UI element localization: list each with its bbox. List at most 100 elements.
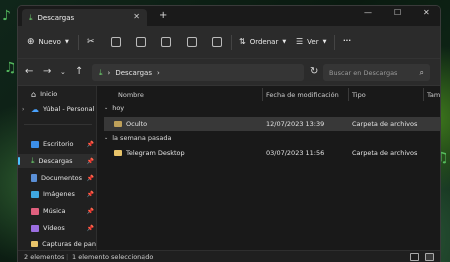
- chevron-down-icon: ▼: [64, 39, 69, 45]
- recent-locations-icon[interactable]: ⌄: [60, 68, 66, 76]
- pin-icon: 📌: [86, 157, 94, 165]
- sidebar-item-imagenes[interactable]: Imágenes 📌: [18, 187, 96, 201]
- close-tab-icon[interactable]: ✕: [133, 12, 140, 21]
- divider: [334, 35, 335, 50]
- group-header-semana-pasada[interactable]: ⌄ la semana pasada: [104, 134, 172, 142]
- details-view-icon[interactable]: [410, 253, 419, 261]
- sidebar-item-videos[interactable]: Vídeos 📌: [18, 221, 96, 235]
- sidebar-item-documentos[interactable]: Documentos 📌: [18, 171, 96, 185]
- file-name: Telegram Desktop: [126, 149, 185, 157]
- music-icon: [31, 207, 39, 215]
- folder-icon: [30, 241, 39, 247]
- view-button-label: Ver: [307, 37, 319, 46]
- table-row[interactable]: Telegram Desktop 03/07/2023 11:56 Carpet…: [104, 146, 440, 160]
- download-icon: ⤓: [29, 12, 33, 22]
- search-input[interactable]: Buscar en Descargas ⌕: [323, 64, 430, 81]
- sidebar-item-onedrive[interactable]: › ☁ Yúbal - Personal: [18, 102, 96, 116]
- tab-title: Descargas: [37, 13, 75, 22]
- share-icon[interactable]: [187, 37, 197, 47]
- more-options-button[interactable]: ···: [343, 37, 351, 45]
- download-icon: ⤓: [31, 156, 35, 165]
- paste-icon[interactable]: [136, 37, 146, 47]
- music-note-icon: ♫: [4, 60, 17, 76]
- sidebar-item-label: Vídeos: [43, 224, 65, 232]
- download-icon: ⤓: [99, 67, 103, 77]
- sidebar-item-label: Capturas de pan: [42, 240, 96, 248]
- pin-icon: 📌: [86, 207, 94, 215]
- minimize-button[interactable]: —: [364, 8, 372, 17]
- column-header-name[interactable]: Nombre: [118, 88, 144, 102]
- main-area: ⌂ Inicio › ☁ Yúbal - Personal Escritorio…: [18, 86, 440, 250]
- chevron-down-icon: ▼: [322, 38, 327, 45]
- divider: [78, 35, 79, 50]
- view-button[interactable]: ☰ Ver ▼: [296, 37, 326, 46]
- chevron-down-icon: ⌄: [104, 105, 109, 111]
- new-button[interactable]: ⊕ Nuevo ▼: [27, 37, 69, 47]
- chevron-right-icon: ›: [156, 68, 160, 77]
- status-bar: 2 elementos | 1 elemento seleccionado |: [18, 250, 440, 262]
- file-modified: 12/07/2023 13:39: [266, 120, 325, 128]
- sidebar-item-capturas[interactable]: Capturas de pan: [18, 237, 96, 251]
- column-header-type[interactable]: Tipo: [352, 88, 366, 102]
- rename-icon[interactable]: [161, 37, 171, 47]
- back-arrow-icon[interactable]: ←: [25, 66, 33, 77]
- forward-arrow-icon[interactable]: →: [43, 66, 51, 77]
- up-arrow-icon[interactable]: ↑: [75, 66, 83, 77]
- desktop-icon: [31, 140, 39, 148]
- delete-icon[interactable]: [212, 37, 222, 47]
- sidebar-item-label: Descargas: [38, 157, 73, 165]
- search-placeholder: Buscar en Descargas: [329, 68, 398, 77]
- sidebar-item-label: Yúbal - Personal: [43, 105, 95, 113]
- column-divider[interactable]: [262, 88, 263, 101]
- folder-icon: [114, 150, 122, 156]
- column-header-modified[interactable]: Fecha de modificación: [266, 88, 339, 102]
- tab-descargas[interactable]: ⤓ Descargas ✕: [22, 9, 147, 26]
- table-row[interactable]: Oculto 12/07/2023 13:39 Carpeta de archi…: [104, 117, 440, 131]
- copy-icon[interactable]: [111, 37, 121, 47]
- divider: |: [143, 253, 146, 261]
- column-divider[interactable]: [423, 88, 424, 101]
- view-icon: ☰: [296, 37, 304, 46]
- file-type: Carpeta de archivos: [352, 149, 418, 157]
- pin-icon: 📌: [86, 224, 94, 232]
- file-name: Oculto: [126, 120, 148, 128]
- sidebar-item-inicio[interactable]: ⌂ Inicio: [18, 87, 96, 101]
- divider: [24, 124, 92, 125]
- chevron-right-icon: ›: [107, 68, 111, 77]
- sidebar-item-descargas[interactable]: ⤓ Descargas 📌: [18, 154, 96, 168]
- maximize-button[interactable]: ☐: [394, 8, 401, 17]
- column-divider[interactable]: [348, 88, 349, 101]
- sidebar-item-escritorio[interactable]: Escritorio 📌: [18, 137, 96, 151]
- close-window-button[interactable]: ✕: [423, 8, 430, 17]
- group-label: hoy: [112, 104, 125, 112]
- sidebar-item-label: Inicio: [40, 90, 58, 98]
- group-header-hoy[interactable]: ⌄ hoy: [104, 104, 124, 112]
- plus-circle-icon: ⊕: [27, 37, 35, 47]
- column-header-size[interactable]: Tam: [427, 88, 440, 102]
- divider: |: [66, 253, 69, 261]
- divider: [231, 35, 232, 50]
- sidebar-item-label: Escritorio: [43, 140, 74, 148]
- search-icon: ⌕: [419, 67, 424, 77]
- pictures-icon: [31, 190, 39, 198]
- group-label: la semana pasada: [112, 134, 172, 142]
- file-explorer-window: ⤓ Descargas ✕ + — ☐ ✕ ⊕ Nuevo ▼ ✂ ⇅ Orde…: [17, 5, 441, 262]
- navigation-pane: ⌂ Inicio › ☁ Yúbal - Personal Escritorio…: [18, 86, 97, 250]
- sidebar-item-label: Imágenes: [43, 190, 75, 198]
- refresh-icon[interactable]: ↻: [310, 66, 318, 77]
- new-button-label: Nuevo: [38, 38, 61, 46]
- file-list: Nombre Fecha de modificación Tipo Tam ⌄ …: [98, 86, 440, 250]
- address-bar[interactable]: ⤓ › Descargas ›: [92, 64, 304, 81]
- breadcrumb-descargas[interactable]: Descargas: [115, 69, 152, 77]
- sidebar-item-musica[interactable]: Música 📌: [18, 204, 96, 218]
- tiles-view-icon[interactable]: [425, 253, 434, 261]
- sort-button[interactable]: ⇅ Ordenar ▼: [239, 37, 286, 46]
- chevron-right-icon[interactable]: ›: [22, 106, 27, 113]
- new-tab-button[interactable]: +: [159, 10, 167, 21]
- chevron-down-icon: ▼: [282, 38, 287, 45]
- video-icon: [31, 224, 39, 232]
- cut-icon[interactable]: ✂: [87, 37, 95, 47]
- file-modified: 03/07/2023 11:56: [266, 149, 325, 157]
- sort-button-label: Ordenar: [249, 37, 279, 46]
- pin-icon: 📌: [86, 140, 94, 148]
